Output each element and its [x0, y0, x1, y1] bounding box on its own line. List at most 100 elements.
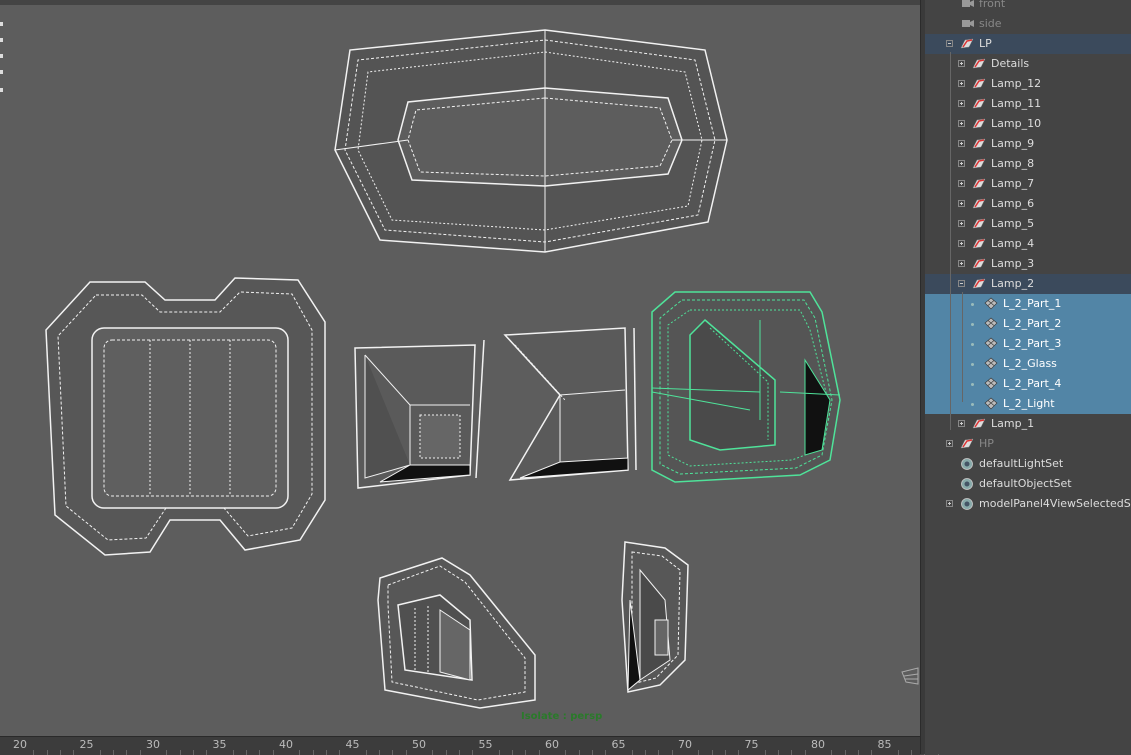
- collapse-toggle-icon[interactable]: [958, 280, 965, 287]
- outliner-item-front[interactable]: front: [925, 0, 1131, 14]
- expand-toggle-icon[interactable]: [958, 420, 965, 427]
- transform-icon: [972, 98, 986, 109]
- expand-toggle-icon[interactable]: [958, 100, 965, 107]
- expand-toggle-icon[interactable]: [946, 500, 953, 507]
- expand-toggle-icon[interactable]: [958, 80, 965, 87]
- outliner-item-label: Lamp_8: [991, 157, 1035, 170]
- transform-icon: [960, 438, 974, 449]
- mesh-icon: [984, 357, 998, 370]
- transform-icon: [972, 218, 986, 229]
- transform-icon: [972, 158, 986, 169]
- ruler-tick-mark: [591, 750, 593, 755]
- outliner-item-l_2_part_3[interactable]: L_2_Part_3: [925, 334, 1131, 354]
- outliner-item-defaultlightset[interactable]: defaultLightSet: [925, 454, 1131, 474]
- outliner-item-l_2_part_1[interactable]: L_2_Part_1: [925, 294, 1131, 314]
- mesh-shield-body[interactable]: [45, 277, 326, 556]
- outliner-item-label: Lamp_1: [991, 417, 1035, 430]
- ruler-tick-mark: [206, 750, 208, 755]
- ruler-tick-mark: [339, 750, 341, 755]
- outliner-item-lamp_10[interactable]: Lamp_10: [925, 114, 1131, 134]
- view-grid-icon[interactable]: [901, 667, 919, 685]
- ruler-tick-mark: [911, 750, 913, 755]
- expand-toggle-icon[interactable]: [958, 180, 965, 187]
- outliner-item-label: Lamp_5: [991, 217, 1035, 230]
- outliner-item-lp[interactable]: LP: [925, 34, 1131, 54]
- mesh-ring-frame[interactable]: [334, 29, 728, 253]
- outliner-item-lamp_2[interactable]: Lamp_2: [925, 274, 1131, 294]
- outliner-item-lamp_4[interactable]: Lamp_4: [925, 234, 1131, 254]
- outliner-item-lamp_11[interactable]: Lamp_11: [925, 94, 1131, 114]
- time-slider-ruler[interactable]: 20 25 30 35 40 45 50 55 60 65 70 75 80 85: [0, 736, 939, 755]
- expand-toggle-icon[interactable]: [958, 200, 965, 207]
- ruler-tick-mark: [724, 750, 726, 755]
- outliner-item-lamp_7[interactable]: Lamp_7: [925, 174, 1131, 194]
- outliner-item-modelpanel4viewselectedset[interactable]: modelPanel4ViewSelectedSet: [925, 494, 1131, 514]
- outliner-item-l_2_glass[interactable]: L_2_Glass: [925, 354, 1131, 374]
- outliner-item-hp[interactable]: HP: [925, 434, 1131, 454]
- mesh-small-lamp-b[interactable]: [621, 541, 689, 693]
- ruler-tick-mark: [33, 750, 35, 755]
- outliner-item-l_2_light[interactable]: L_2_Light: [925, 394, 1131, 414]
- mesh-icon: [984, 377, 998, 390]
- expand-toggle-icon[interactable]: [958, 160, 965, 167]
- outliner-item-label: side: [979, 17, 1002, 30]
- transform-icon: [972, 418, 986, 429]
- ruler-tick-mark: [99, 750, 101, 755]
- ruler-tick-mark: [299, 750, 301, 755]
- outliner-item-lamp_1[interactable]: Lamp_1: [925, 414, 1131, 434]
- tree-branch-dot: [971, 323, 974, 326]
- ruler-tick-mark: [578, 750, 580, 755]
- ruler-tick-mark: [179, 750, 181, 755]
- isolate-label: Isolate : persp: [521, 711, 603, 722]
- ruler-tick-mark: [857, 750, 859, 755]
- outliner-item-side[interactable]: side: [925, 14, 1131, 34]
- expand-toggle-icon[interactable]: [958, 220, 965, 227]
- expand-toggle-icon[interactable]: [958, 260, 965, 267]
- ruler-tick-mark: [365, 750, 367, 755]
- mesh-small-lamp-a[interactable]: [377, 557, 536, 709]
- outliner-item-lamp_12[interactable]: Lamp_12: [925, 74, 1131, 94]
- outliner-item-l_2_part_4[interactable]: L_2_Part_4: [925, 374, 1131, 394]
- outliner-item-lamp_3[interactable]: Lamp_3: [925, 254, 1131, 274]
- outliner-item-l_2_part_2[interactable]: L_2_Part_2: [925, 314, 1131, 334]
- mesh-selected-lamp-2[interactable]: [651, 291, 841, 483]
- outliner-item-details[interactable]: Details: [925, 54, 1131, 74]
- expand-toggle-icon[interactable]: [946, 440, 953, 447]
- scene-meshes[interactable]: [0, 0, 920, 736]
- tree-guide-line: [950, 52, 951, 430]
- outliner-item-label: Details: [991, 57, 1030, 70]
- collapse-toggle-icon[interactable]: [946, 40, 953, 47]
- ruler-tick-label: 60: [545, 738, 559, 751]
- ruler-tick-mark: [764, 750, 766, 755]
- expand-toggle-icon[interactable]: [958, 140, 965, 147]
- ruler-tick-label: 85: [877, 738, 892, 751]
- ruler-tick-mark: [232, 750, 234, 755]
- ruler-tick-mark: [512, 750, 514, 755]
- ruler-tick-mark: [272, 750, 274, 755]
- outliner-item-lamp_8[interactable]: Lamp_8: [925, 154, 1131, 174]
- outliner-item-defaultobjectset[interactable]: defaultObjectSet: [925, 474, 1131, 494]
- tree-branch-dot: [971, 383, 974, 386]
- outliner-item-label: Lamp_11: [991, 97, 1042, 110]
- outliner-item-label: L_2_Part_2: [1003, 317, 1062, 330]
- outliner-item-lamp_5[interactable]: Lamp_5: [925, 214, 1131, 234]
- expand-toggle-icon[interactable]: [958, 240, 965, 247]
- outliner-item-label: Lamp_10: [991, 117, 1042, 130]
- ruler-tick-mark: [631, 750, 633, 755]
- viewport-persp[interactable]: Isolate : persp: [0, 0, 920, 736]
- outliner-item-label: front: [979, 0, 1006, 10]
- outliner-item-lamp_6[interactable]: Lamp_6: [925, 194, 1131, 214]
- outliner-item-label: Lamp_9: [991, 137, 1035, 150]
- outliner-panel[interactable]: front side LP Details Lamp_12 Lamp_11 Lamp_10 L…: [925, 0, 1131, 754]
- transform-icon: [972, 138, 986, 149]
- mesh-corner-piece-a[interactable]: [354, 339, 485, 489]
- transform-icon: [972, 78, 986, 89]
- ruler-tick-label: 50: [412, 738, 426, 751]
- expand-toggle-icon[interactable]: [958, 60, 965, 67]
- ruler-tick-mark: [392, 750, 394, 755]
- outliner-item-lamp_9[interactable]: Lamp_9: [925, 134, 1131, 154]
- mesh-corner-piece-b[interactable]: [503, 327, 637, 481]
- transform-icon: [972, 118, 986, 129]
- ruler-tick-label: 25: [79, 738, 94, 751]
- expand-toggle-icon[interactable]: [958, 120, 965, 127]
